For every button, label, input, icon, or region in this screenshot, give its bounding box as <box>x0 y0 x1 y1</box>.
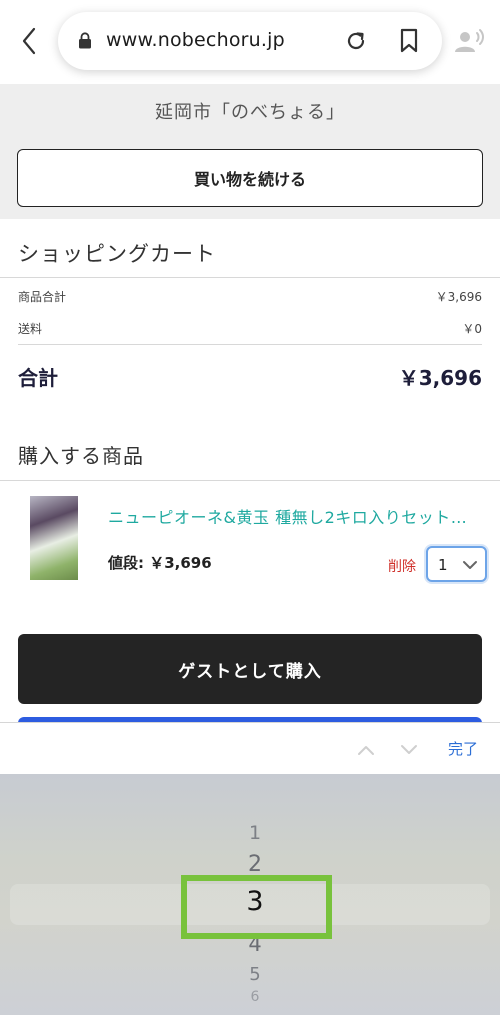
selection-highlight-box <box>181 875 332 939</box>
back-button[interactable] <box>14 24 44 58</box>
bookmark-icon[interactable] <box>399 28 419 54</box>
done-button[interactable]: 完了 <box>448 738 478 759</box>
chevron-down-icon <box>463 561 477 569</box>
total-label: 合計 <box>18 366 58 390</box>
subtotal-label: 商品合計 <box>18 290 67 304</box>
picker-option[interactable]: 2 <box>0 852 500 877</box>
product-price: 値段: ￥3,696 <box>108 554 212 572</box>
chevron-left-icon <box>22 27 36 55</box>
cart-title: ショッピングカート <box>18 242 216 266</box>
quantity-value: 1 <box>438 556 448 574</box>
divider <box>0 480 500 481</box>
divider <box>18 344 482 345</box>
lock-icon <box>79 32 91 49</box>
browser-toolbar: www.nobechoru.jp <box>0 0 500 84</box>
shop-header: 延岡市「のべちょる」 買い物を続ける <box>0 84 500 219</box>
quantity-picker-wheel[interactable]: 1 2 3 4 5 6 <box>0 774 500 1015</box>
divider <box>0 277 500 278</box>
subtotal-value: ￥3,696 <box>435 290 482 304</box>
continue-shopping-button[interactable]: 買い物を続ける <box>17 149 483 207</box>
url-text: www.nobechoru.jp <box>106 29 285 51</box>
keyboard-accessory-bar: 完了 <box>0 722 500 774</box>
chevron-down-icon[interactable] <box>400 744 418 756</box>
store-name: 延岡市「のべちょる」 <box>155 102 345 123</box>
total-value: ￥3,696 <box>398 366 482 390</box>
chevron-up-icon[interactable] <box>357 744 375 756</box>
page-content: 延岡市「のべちょる」 買い物を続ける ショッピングカート 商品合計 ￥3,696… <box>0 84 500 774</box>
picker-option[interactable]: 5 <box>0 964 500 985</box>
voice-reader-icon[interactable] <box>454 28 486 56</box>
shipping-value: ￥0 <box>462 322 482 336</box>
reload-icon[interactable] <box>344 29 368 53</box>
guest-purchase-button[interactable]: ゲストとして購入 <box>18 634 482 704</box>
items-title: 購入する商品 <box>18 444 144 468</box>
quantity-select[interactable]: 1 <box>426 546 487 582</box>
product-name-link[interactable]: ニューピオーネ&黄玉 種無し2キロ入りセット（... <box>108 504 478 528</box>
address-bar[interactable]: www.nobechoru.jp <box>58 12 442 70</box>
delete-item-link[interactable]: 削除 <box>388 556 416 576</box>
picker-option[interactable]: 1 <box>0 822 500 844</box>
product-thumbnail[interactable] <box>30 496 78 580</box>
shipping-label: 送料 <box>18 322 43 336</box>
picker-option[interactable]: 6 <box>0 989 500 1005</box>
